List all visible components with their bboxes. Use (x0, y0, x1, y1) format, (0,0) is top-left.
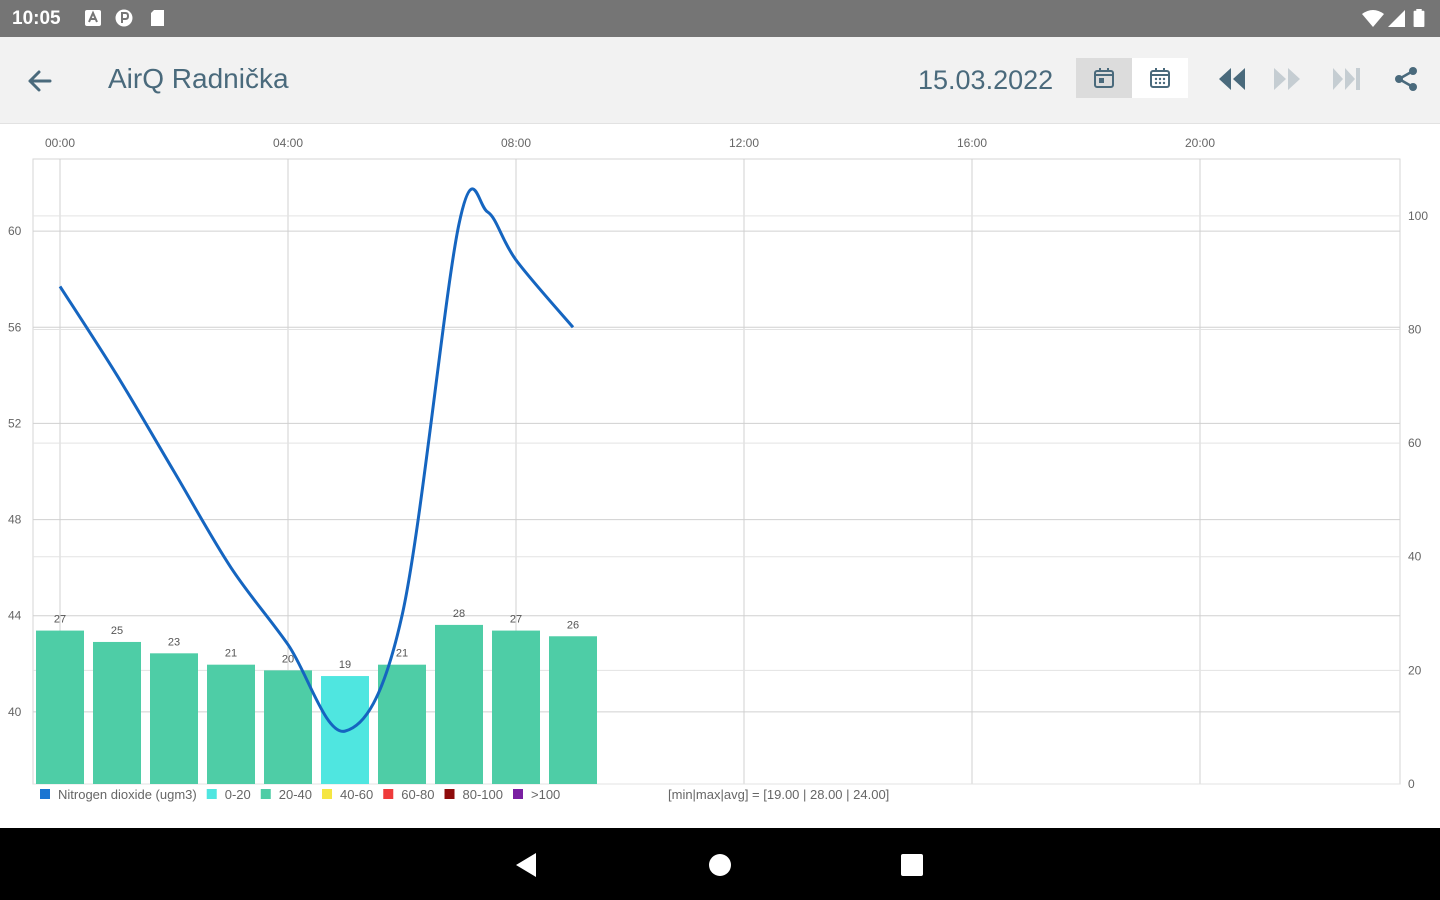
legend-label: Nitrogen dioxide (ugm3) (58, 787, 197, 802)
bar-0 (36, 630, 84, 784)
legend-label: 80-100 (463, 787, 503, 802)
legend-swatch (444, 789, 455, 799)
battery-icon (1413, 9, 1425, 27)
right-axis-label: 20 (1408, 663, 1422, 677)
back-triangle-icon[interactable] (510, 848, 544, 882)
bar-value-label: 23 (168, 636, 180, 648)
share-icon (1395, 67, 1417, 91)
x-tick-label: 00:00 (45, 136, 75, 150)
bar-1 (93, 641, 141, 784)
bar-8 (492, 630, 540, 784)
calendar-day-button[interactable] (1076, 58, 1132, 98)
left-axis-label: 60 (8, 224, 22, 238)
sd-card-icon (151, 10, 164, 26)
next-day-button[interactable] (1267, 61, 1307, 97)
wifi-icon (1362, 10, 1384, 27)
legend-swatch (40, 789, 50, 799)
bar-value-label: 27 (54, 614, 66, 626)
calendar-month-button[interactable] (1132, 58, 1188, 98)
stats-summary: [min|max|avg] = [19.00 | 28.00 | 24.00] (668, 787, 889, 802)
right-axis-label: 0 (1408, 777, 1415, 791)
bar-7 (435, 624, 483, 784)
skip-next-icon (1333, 68, 1360, 90)
calendar-month-icon (1150, 68, 1170, 88)
status-bar: 10:05 (0, 0, 1440, 37)
legend-label: 60-80 (401, 787, 434, 802)
legend-swatch (513, 789, 523, 799)
left-axis-label: 52 (8, 416, 22, 430)
fast-rewind-icon (1219, 68, 1245, 90)
signal-icon (1388, 10, 1405, 27)
bar-value-label: 20 (282, 653, 294, 665)
share-button[interactable] (1386, 61, 1426, 97)
legend-swatch (206, 789, 217, 799)
left-axis-label: 44 (8, 609, 22, 623)
bar-value-label: 27 (510, 614, 522, 626)
bar-2 (150, 653, 198, 784)
notification-p-icon (115, 9, 133, 27)
status-time: 10:05 (12, 8, 61, 29)
x-tick-label: 08:00 (501, 136, 531, 150)
recents-square-icon[interactable] (895, 848, 929, 882)
no2-chart[interactable]: 00:00 04:00 08:00 12:00 16:00 20:00 40 44 48 52 56… (0, 124, 1440, 828)
bar-value-label: 25 (111, 625, 123, 637)
bar-value-label: 19 (339, 659, 351, 671)
date-display[interactable]: 15.03.2022 (918, 65, 1053, 96)
bar-value-label: 21 (225, 648, 237, 660)
legend-label: >100 (531, 787, 560, 802)
legend-label: 40-60 (340, 787, 373, 802)
legend-swatch (260, 789, 271, 799)
bar-value-label: 21 (396, 648, 408, 660)
legend-label: 0-20 (225, 787, 251, 802)
legend-swatch (322, 789, 333, 799)
right-axis-label: 60 (1408, 436, 1422, 450)
home-circle-icon[interactable] (703, 848, 737, 882)
bar-9 (549, 636, 597, 784)
bar-6 (378, 664, 426, 784)
right-axis-label: 100 (1408, 209, 1428, 223)
bar-3 (207, 664, 255, 784)
bar-value-label: 28 (453, 608, 465, 620)
chart-area: 00:00 04:00 08:00 12:00 16:00 20:00 40 44 48 52 56… (0, 124, 1440, 828)
arrow-back-icon[interactable] (20, 61, 60, 101)
left-axis-label: 40 (8, 705, 22, 719)
legend-swatch (383, 789, 394, 799)
right-axis-label: 80 (1408, 322, 1422, 336)
calendar-day-icon (1094, 68, 1114, 88)
system-nav-bar (0, 828, 1440, 900)
last-day-button[interactable] (1327, 61, 1367, 97)
bar-4 (264, 670, 312, 784)
left-axis-label: 48 (8, 513, 22, 527)
bar-value-label: 26 (567, 619, 579, 631)
previous-day-button[interactable] (1212, 61, 1252, 97)
left-axis-label: 56 (8, 320, 22, 334)
fast-forward-icon (1274, 68, 1300, 90)
app-bar: AirQ Radnička 15.03.2022 (0, 37, 1440, 124)
x-tick-label: 12:00 (729, 136, 759, 150)
x-tick-label: 04:00 (273, 136, 303, 150)
legend-label: 20-40 (279, 787, 312, 802)
x-tick-label: 16:00 (957, 136, 987, 150)
x-tick-label: 20:00 (1185, 136, 1215, 150)
notification-a-icon (85, 10, 101, 26)
page-title: AirQ Radnička (108, 63, 289, 94)
right-axis-label: 40 (1408, 550, 1422, 564)
